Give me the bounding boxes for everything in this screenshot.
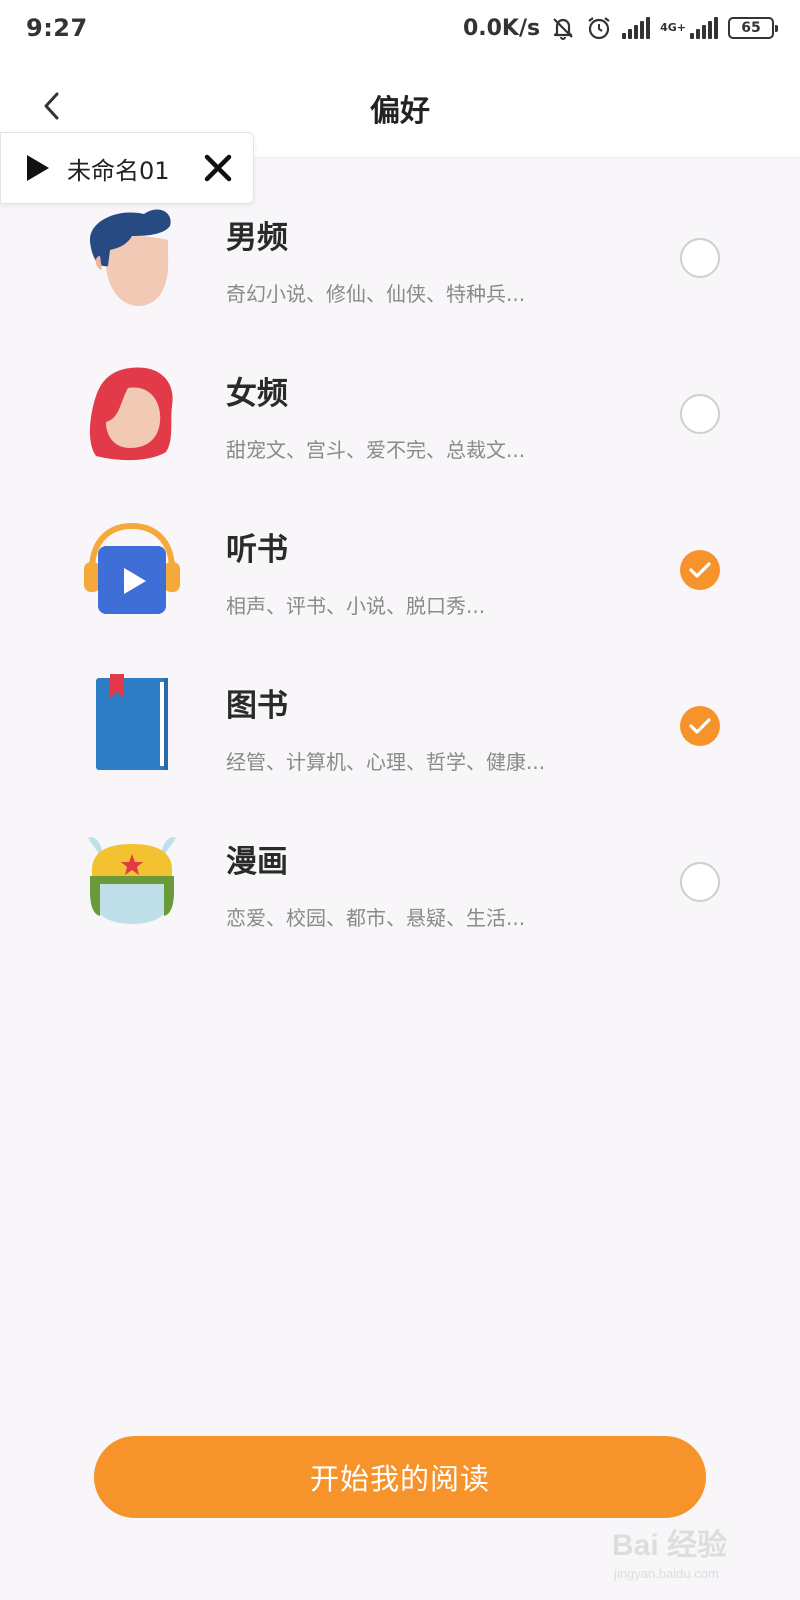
item-subtitle: 相声、评书、小说、脱口秀... — [226, 594, 486, 618]
preference-item-comics[interactable]: 漫画 恋爱、校园、都市、悬疑、生活... — [0, 794, 800, 950]
mute-bell-icon — [553, 18, 573, 40]
preference-list: 男频 奇幻小说、修仙、仙侠、特种兵... 女频 甜宠文、宫斗、爱不完、总裁文..… — [0, 170, 800, 950]
close-icon — [204, 154, 232, 182]
alarm-icon — [588, 17, 610, 40]
item-title: 漫画 — [226, 844, 288, 880]
item-subtitle: 奇幻小说、修仙、仙侠、特种兵... — [226, 282, 526, 306]
item-subtitle: 甜宠文、宫斗、爱不完、总裁文... — [226, 438, 526, 462]
status-time: 9:27 — [26, 14, 88, 42]
preference-item-female[interactable]: 女频 甜宠文、宫斗、爱不完、总裁文... — [0, 326, 800, 482]
check-icon — [689, 718, 711, 734]
preference-item-audiobook[interactable]: 听书 相声、评书、小说、脱口秀... — [0, 482, 800, 638]
item-title: 男频 — [226, 220, 288, 256]
preference-item-books[interactable]: 图书 经管、计算机、心理、哲学、健康... — [0, 638, 800, 794]
watermark-logo: Bai 经验 jingyan.baidu.com — [612, 1520, 762, 1590]
signal-4g-icon — [690, 17, 718, 39]
item-radio[interactable] — [680, 238, 720, 278]
item-title: 女频 — [226, 376, 288, 412]
comic-character-icon — [88, 837, 176, 924]
book-icon — [96, 674, 168, 770]
signal-icon — [622, 17, 651, 39]
item-radio[interactable] — [680, 862, 720, 902]
recorder-name: 未命名01 — [67, 156, 170, 185]
battery-level: 65 — [741, 20, 761, 36]
item-title: 图书 — [226, 688, 288, 724]
status-icons: 0.0K/s 4G+ 65 — [462, 15, 778, 41]
net-type: 4G+ — [660, 21, 686, 34]
headphone-play-icon — [84, 522, 180, 614]
check-icon — [689, 562, 711, 578]
play-icon[interactable] — [23, 153, 51, 183]
recorder-close-button[interactable] — [201, 151, 235, 185]
item-radio[interactable] — [680, 550, 720, 590]
recorder-widget: 未命名01 — [0, 132, 254, 204]
start-reading-button[interactable]: 开始我的阅读 — [94, 1436, 706, 1518]
page-title: 偏好 — [370, 94, 430, 129]
female-avatar-icon — [89, 367, 173, 461]
battery-icon: 65 — [728, 17, 778, 39]
item-subtitle: 经管、计算机、心理、哲学、健康... — [226, 750, 546, 774]
item-subtitle: 恋爱、校园、都市、悬疑、生活... — [226, 906, 526, 930]
male-avatar-icon — [89, 209, 171, 306]
net-speed: 0.0K/s — [462, 15, 541, 41]
item-radio[interactable] — [680, 394, 720, 434]
item-radio[interactable] — [680, 706, 720, 746]
watermark-main: Bai 经验 — [612, 1529, 728, 1562]
watermark-sub: jingyan.baidu.com — [614, 1566, 719, 1581]
item-title: 听书 — [226, 532, 288, 568]
status-bar: 9:27 0.0K/s 4G+ 65 — [0, 0, 800, 56]
